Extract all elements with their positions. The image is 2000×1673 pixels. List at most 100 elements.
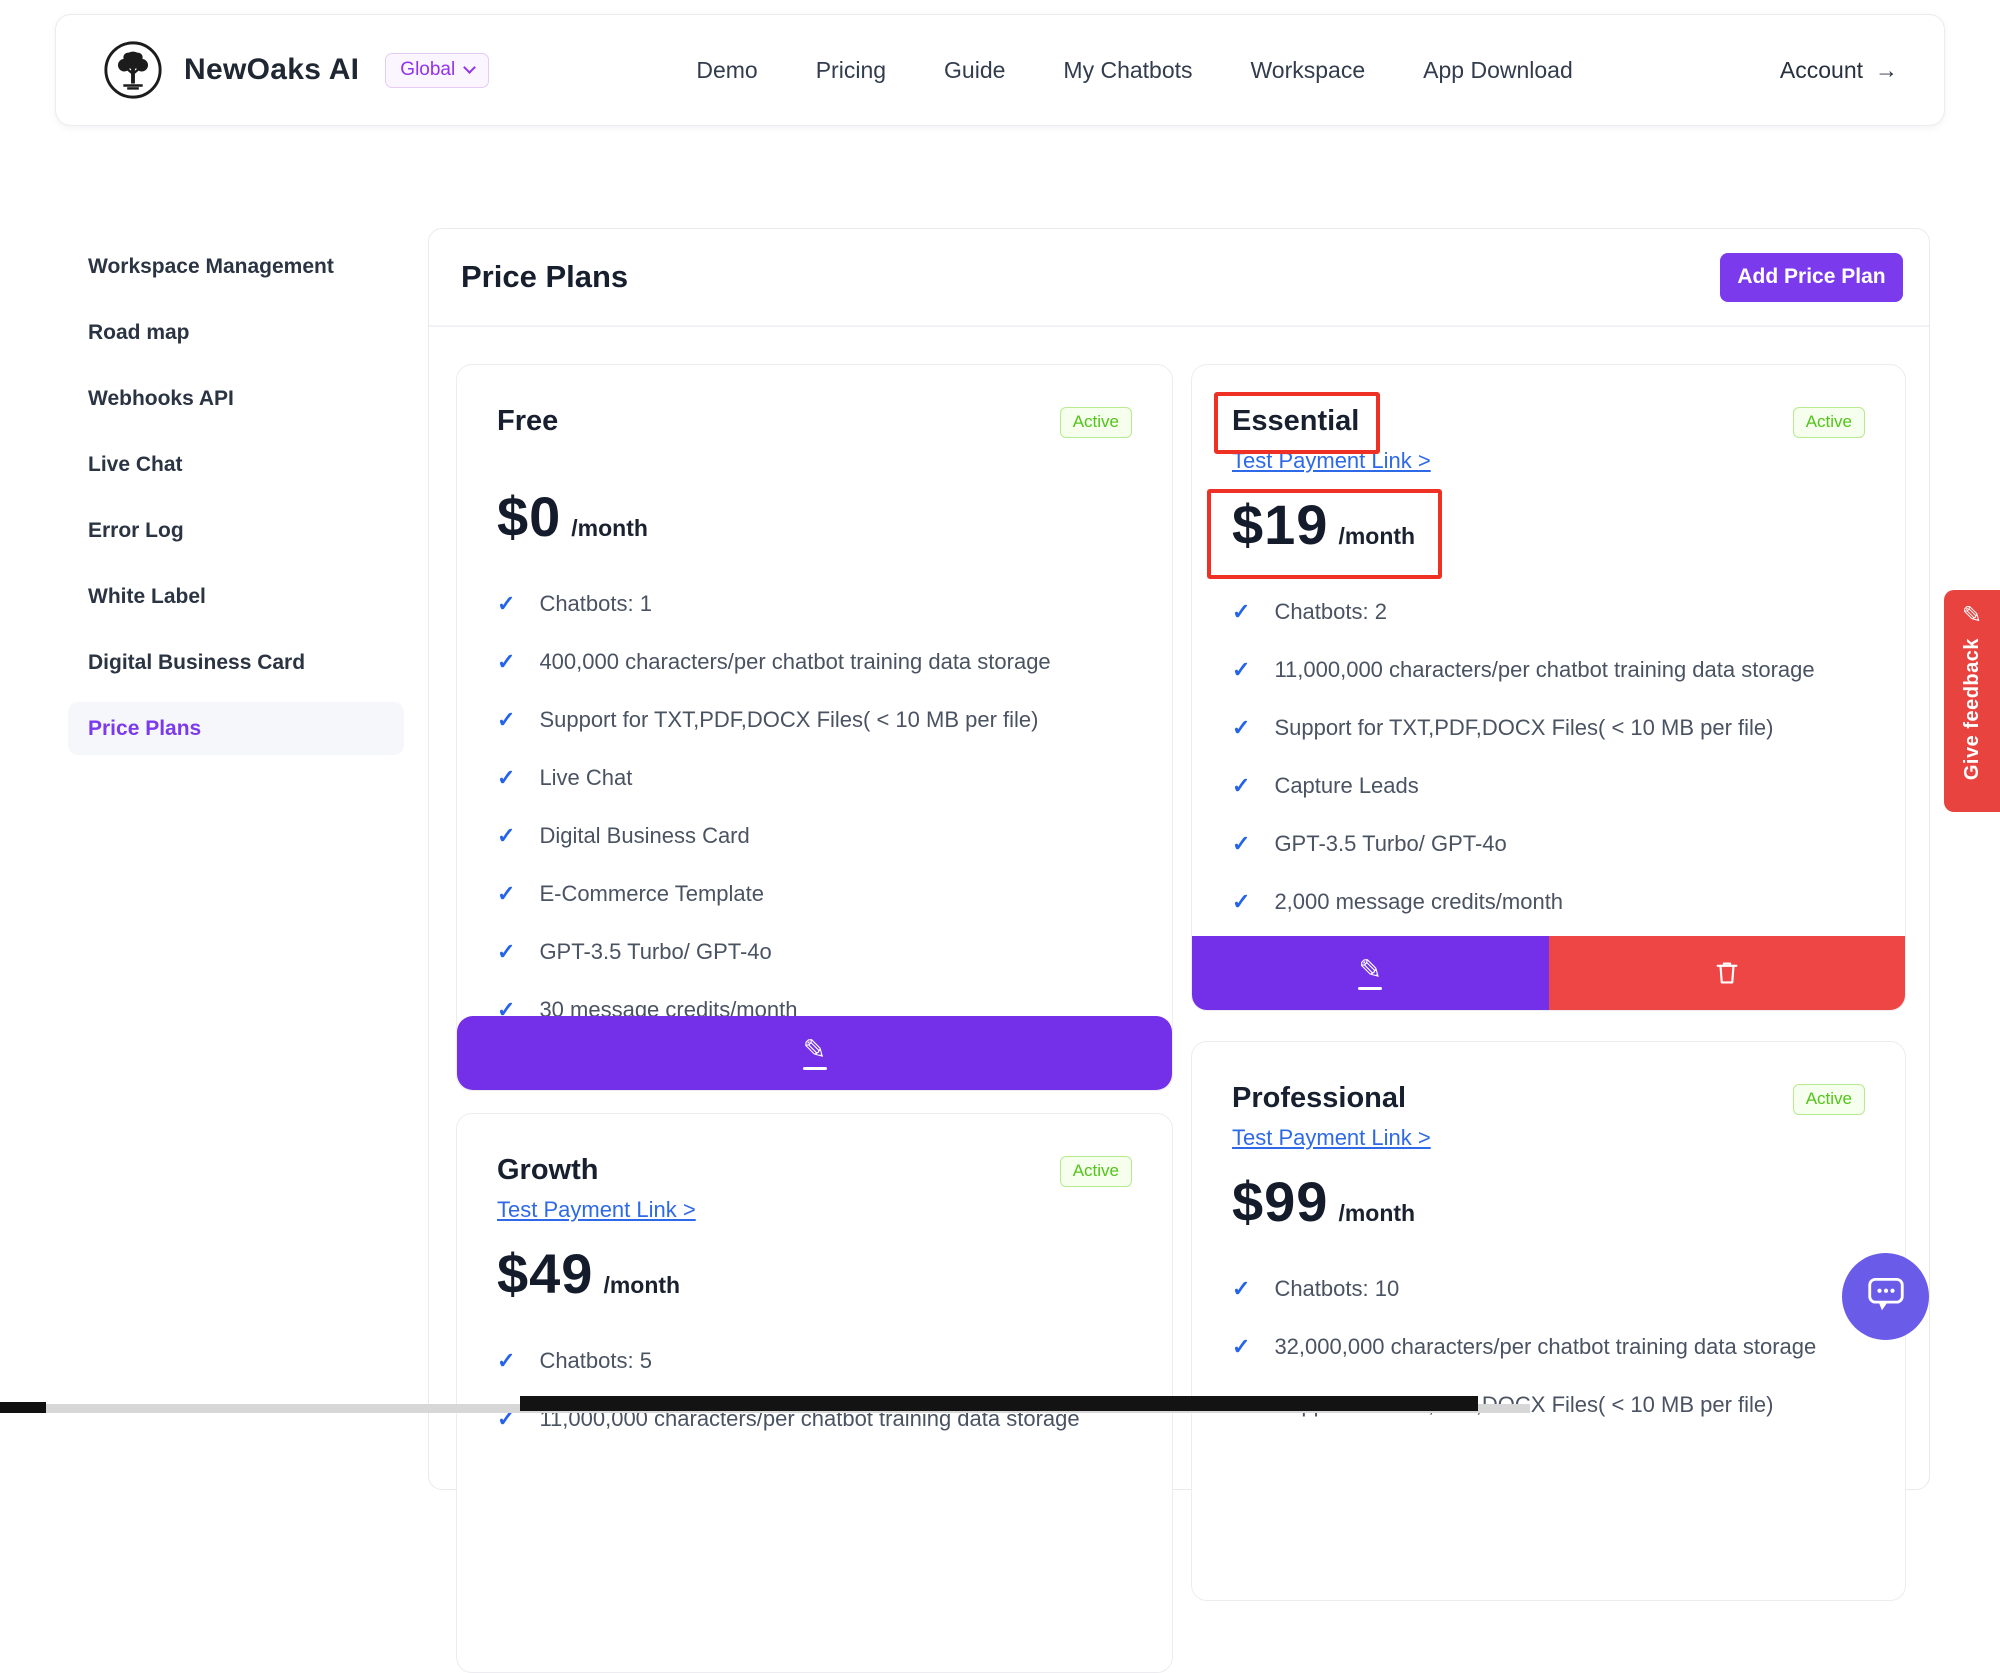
region-label: Global xyxy=(400,59,455,81)
price-amount: $19 xyxy=(1232,492,1328,557)
check-icon: ✓ xyxy=(1232,773,1250,799)
check-icon: ✓ xyxy=(497,591,515,617)
feature-list: ✓Chatbots: 5✓11,000,000 characters/per c… xyxy=(497,1348,1132,1432)
edit-plan-button[interactable]: ✎ xyxy=(457,1016,1172,1090)
check-icon: ✓ xyxy=(1232,715,1250,741)
plan-price: $19/month xyxy=(1232,492,1865,557)
status-badge: Active xyxy=(1793,407,1865,438)
edit-pencil-icon: ✎ xyxy=(1358,956,1382,990)
nav-item-my-chatbots[interactable]: My Chatbots xyxy=(1063,57,1192,84)
feature-label: Support for TXT,PDF,DOCX Files( < 10 MB … xyxy=(1274,715,1773,741)
page-title: Price Plans xyxy=(461,259,628,295)
check-icon: ✓ xyxy=(1232,1334,1250,1360)
feature-item: ✓ Support for TXT,PDF,DOCX Files( < 10 MB… xyxy=(1232,715,1865,741)
give-feedback-tab[interactable]: ✎ Give feedback xyxy=(1944,590,2000,812)
check-icon: ✓ xyxy=(1232,831,1250,857)
feature-item: ✓400,000 characters/per chatbot training… xyxy=(497,649,1132,675)
app-header: NewOaks AI Global Demo Pricing Guide My Cha… xyxy=(55,14,1945,126)
plan-card-header: Free Active xyxy=(497,405,1132,438)
delete-plan-button[interactable] xyxy=(1549,936,1906,1010)
nav-item-guide[interactable]: Guide xyxy=(944,57,1005,84)
plan-name: Free xyxy=(497,405,558,438)
feature-item: ✓ Chatbots: 2 xyxy=(1232,599,1865,625)
test-payment-link[interactable]: Test Payment Link > xyxy=(1232,448,1431,474)
feature-label: Chatbots: 5 xyxy=(539,1348,652,1374)
price-period: /month xyxy=(1338,523,1415,550)
price-period: /month xyxy=(1338,1200,1415,1227)
plan-name: Professional xyxy=(1232,1082,1406,1115)
add-price-plan-button[interactable]: Add Price Plan xyxy=(1720,253,1903,302)
chat-widget-button[interactable] xyxy=(1842,1253,1929,1340)
check-icon: ✓ xyxy=(497,939,515,965)
sidebar-item-error-log[interactable]: Error Log xyxy=(68,504,404,557)
price-amount: $0 xyxy=(497,484,561,549)
price-plans-panel: Price Plans Add Price Plan FreeActive$0/… xyxy=(428,228,1930,1490)
price-amount: $49 xyxy=(497,1241,593,1306)
bottom-black-bar xyxy=(520,1396,1478,1411)
plan-name: Essential xyxy=(1232,405,1359,438)
feature-label: GPT-3.5 Turbo/ GPT-4o xyxy=(1274,831,1506,857)
price-period: /month xyxy=(603,1272,680,1299)
feature-list: ✓ Chatbots: 1 ✓400,000 characters/per chat… xyxy=(497,591,1132,1023)
brand-group: NewOaks AI Global xyxy=(102,39,489,101)
feature-list: ✓ Chatbots: 2 ✓ 11,000,000 characters/per c… xyxy=(1232,599,1865,915)
status-badge: Active xyxy=(1060,407,1132,438)
sidebar-item-price-plans[interactable]: Price Plans xyxy=(68,702,404,755)
plan-actions: ✎ xyxy=(1192,936,1905,1010)
price-amount: $99 xyxy=(1232,1169,1328,1234)
plan-card-header: Essential Active xyxy=(1232,405,1865,438)
feature-label: 11,000,000 characters/per chatbot traini… xyxy=(1274,657,1814,683)
plan-card-header: Professional Active xyxy=(1232,1082,1865,1115)
test-payment-link[interactable]: Test Payment Link > xyxy=(497,1197,696,1223)
sidebar-item-webhooks-api[interactable]: Webhooks API xyxy=(68,372,404,425)
plan-actions: ✎ xyxy=(457,1016,1172,1090)
panel-header: Price Plans Add Price Plan xyxy=(429,229,1929,327)
feature-label: E-Commerce Template xyxy=(539,881,764,907)
sidebar-item-live-chat[interactable]: Live Chat xyxy=(68,438,404,491)
check-icon: ✓ xyxy=(1232,657,1250,683)
nav-item-app-download[interactable]: App Download xyxy=(1423,57,1573,84)
feature-item: ✓ 32,000,000 characters/per chatbot train… xyxy=(1232,1334,1865,1360)
status-badge: Active xyxy=(1060,1156,1132,1187)
test-payment-link[interactable]: Test Payment Link > xyxy=(1232,1125,1431,1151)
trash-icon xyxy=(1712,957,1742,990)
nav-item-pricing[interactable]: Pricing xyxy=(816,57,886,84)
check-icon: ✓ xyxy=(497,823,515,849)
check-icon: ✓ xyxy=(1232,599,1250,625)
sidebar-item-road-map[interactable]: Road map xyxy=(68,306,404,359)
feature-label: 32,000,000 characters/per chatbot traini… xyxy=(1274,1334,1816,1360)
region-selector[interactable]: Global xyxy=(385,53,489,88)
sidebar-item-workspace-management[interactable]: Workspace Management xyxy=(68,240,404,293)
status-badge: Active xyxy=(1793,1084,1865,1115)
nav-item-demo[interactable]: Demo xyxy=(696,57,757,84)
check-icon: ✓ xyxy=(497,1348,515,1374)
check-icon: ✓ xyxy=(497,707,515,733)
edit-plan-button[interactable]: ✎ xyxy=(1192,936,1549,1010)
feature-label: Chatbots: 10 xyxy=(1274,1276,1399,1302)
plan-price: $99/month xyxy=(1232,1169,1865,1234)
plan-card-growth: GrowthActive Test Payment Link > $49/month… xyxy=(456,1113,1173,1673)
check-icon: ✓ xyxy=(1232,889,1250,915)
sidebar-item-digital-business-card[interactable]: Digital Business Card xyxy=(68,636,404,689)
feature-item: ✓ 11,000,000 characters/per chatbot train… xyxy=(1232,657,1865,683)
give-feedback-label: Give feedback xyxy=(1961,638,1984,780)
edit-pencil-icon: ✎ xyxy=(1962,604,1982,628)
plan-price: $0/month xyxy=(497,484,1132,549)
account-link[interactable]: Account → xyxy=(1780,57,1898,84)
plan-card-essential: Essential Active Test Payment Link > $19/mo… xyxy=(1191,364,1906,1011)
feature-label: 2,000 message credits/month xyxy=(1274,889,1563,915)
feature-item: ✓E-Commerce Template xyxy=(497,881,1132,907)
settings-sidebar: Workspace Management Road map Webhooks API… xyxy=(68,240,404,768)
nav-item-workspace[interactable]: Workspace xyxy=(1251,57,1366,84)
feature-label: Chatbots: 2 xyxy=(1274,599,1387,625)
sidebar-item-white-label[interactable]: White Label xyxy=(68,570,404,623)
feature-label: Chatbots: 1 xyxy=(539,591,652,617)
feature-item: ✓ 2,000 message credits/month xyxy=(1232,889,1865,915)
check-icon: ✓ xyxy=(1232,1276,1250,1302)
plan-price: $49/month xyxy=(497,1241,1132,1306)
feature-item: ✓Digital Business Card xyxy=(497,823,1132,849)
feature-item: ✓Support for TXT,PDF,DOCX Files( < 10 MB… xyxy=(497,707,1132,733)
plan-card-header: GrowthActive xyxy=(497,1154,1132,1187)
feature-item: ✓GPT-3.5 Turbo/ GPT-4o xyxy=(497,939,1132,965)
feature-item: ✓ GPT-3.5 Turbo/ GPT-4o xyxy=(1232,831,1865,857)
